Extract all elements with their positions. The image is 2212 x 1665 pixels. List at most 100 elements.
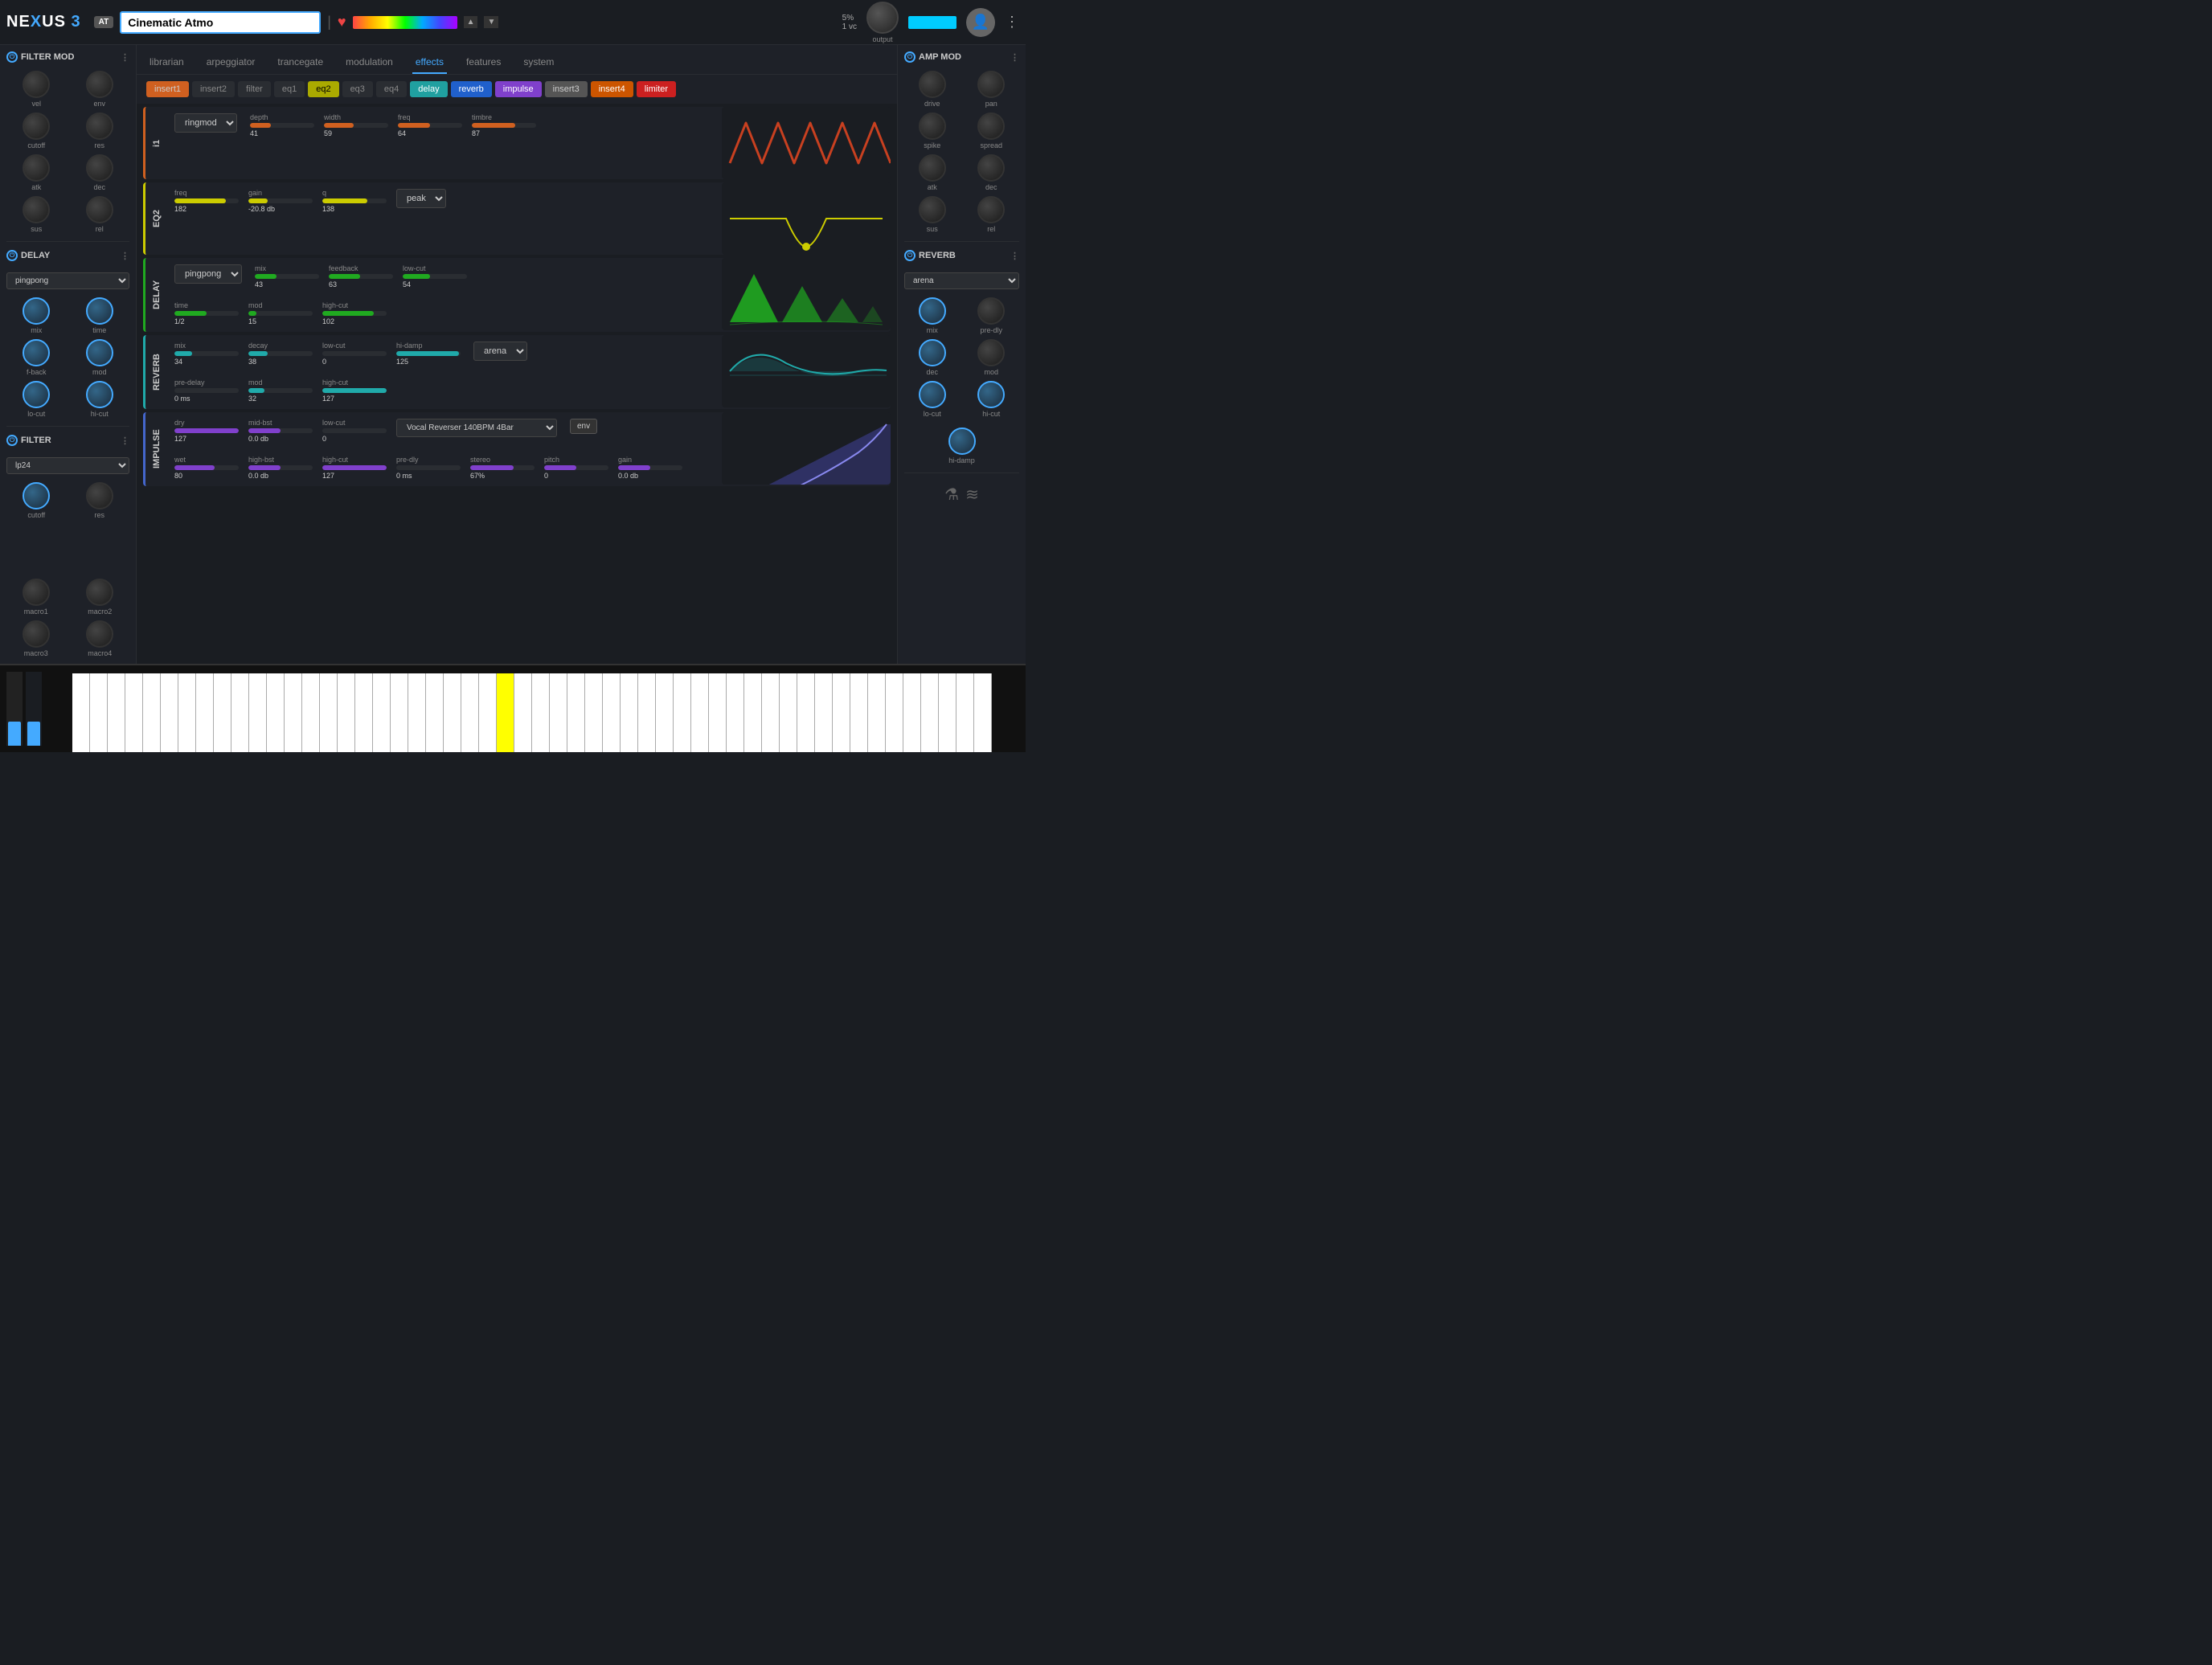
i1-timbre-bar-container[interactable] <box>472 123 536 128</box>
white-key-45[interactable] <box>850 673 868 752</box>
delay-time-bar-container[interactable] <box>174 311 239 316</box>
tab-features[interactable]: features <box>463 51 504 74</box>
i1-width-bar-container[interactable] <box>324 123 388 128</box>
eff-tab-insert4[interactable]: insert4 <box>591 81 633 97</box>
impulse-highbst-bar-container[interactable] <box>248 465 313 470</box>
delay-power[interactable]: ⏻ <box>6 250 18 261</box>
vel-knob[interactable] <box>23 71 50 98</box>
white-key-8[interactable] <box>196 673 214 752</box>
tab-system[interactable]: system <box>520 51 557 74</box>
white-key-18[interactable] <box>373 673 391 752</box>
reverb-lowcut-bar-container[interactable] <box>322 351 387 356</box>
amp-spread-knob[interactable] <box>977 112 1005 140</box>
reverb-mod-bar-container[interactable] <box>248 388 313 393</box>
eff-tab-insert2[interactable]: insert2 <box>192 81 235 97</box>
delay-type-select2[interactable]: pingpong <box>174 264 242 284</box>
impulse-wet-bar-container[interactable] <box>174 465 239 470</box>
eff-tab-insert1[interactable]: insert1 <box>146 81 189 97</box>
white-key-2[interactable] <box>90 673 108 752</box>
white-key-40[interactable] <box>762 673 780 752</box>
delay-type-select[interactable]: pingpong <box>6 272 129 289</box>
arrow-up-btn[interactable]: ▲ <box>464 16 478 28</box>
piano-roll[interactable]: .wk { flex:1; background:#fff; border-ri… <box>72 673 1026 752</box>
rv-hidamp-knob[interactable] <box>948 428 976 455</box>
dots-menu-icon[interactable]: ⋮ <box>1005 14 1019 31</box>
eff-tab-eq2[interactable]: eq2 <box>308 81 338 97</box>
eq2-q-bar-container[interactable] <box>322 198 387 203</box>
reverb-highcut-bar-container[interactable] <box>322 388 387 393</box>
rv-predly-knob[interactable] <box>977 297 1005 325</box>
white-key-1[interactable] <box>72 673 90 752</box>
wave-icon[interactable]: ≋ <box>965 485 979 505</box>
impulse-dry-bar-container[interactable] <box>174 428 239 433</box>
eff-tab-impulse[interactable]: impulse <box>495 81 542 97</box>
eff-tab-limiter[interactable]: limiter <box>637 81 676 97</box>
rv-mod-knob[interactable] <box>977 339 1005 366</box>
delay-highcut-bar-container[interactable] <box>322 311 387 316</box>
tab-librarian[interactable]: librarian <box>146 51 187 74</box>
white-key-22[interactable] <box>444 673 461 752</box>
white-key-41[interactable] <box>780 673 797 752</box>
white-key-26[interactable] <box>514 673 532 752</box>
delay-mod-knob[interactable] <box>86 339 113 366</box>
delay-lowcut-bar-container[interactable] <box>403 274 467 279</box>
white-key-52[interactable] <box>974 673 992 752</box>
white-key-9[interactable] <box>214 673 231 752</box>
white-key-29[interactable] <box>567 673 585 752</box>
white-key-28[interactable] <box>550 673 567 752</box>
amp-spike-knob[interactable] <box>919 112 946 140</box>
filter-sidebar-menu[interactable]: ⋮ <box>121 436 129 446</box>
white-key-34[interactable] <box>656 673 674 752</box>
amp-mod-menu[interactable]: ⋮ <box>1010 52 1019 63</box>
delay-menu[interactable]: ⋮ <box>121 251 129 261</box>
eq2-gain-bar-container[interactable] <box>248 198 313 203</box>
white-key-21[interactable] <box>426 673 444 752</box>
macro3-knob[interactable] <box>23 620 50 648</box>
amp-rel-knob[interactable] <box>977 196 1005 223</box>
white-key-23[interactable] <box>461 673 479 752</box>
filter-mod-power[interactable]: ⏻ <box>6 51 18 63</box>
white-key-30[interactable] <box>585 673 603 752</box>
impulse-env-btn[interactable]: env <box>570 419 597 434</box>
eq2-freq-bar-container[interactable] <box>174 198 239 203</box>
reverb-sidebar-menu[interactable]: ⋮ <box>1010 251 1019 261</box>
macro4-knob[interactable] <box>86 620 113 648</box>
tab-arpeggiator[interactable]: arpeggiator <box>203 51 259 74</box>
impulse-preset-select[interactable]: Vocal Reverser 140BPM 4Bar <box>396 419 557 437</box>
delay-fback-knob[interactable] <box>23 339 50 366</box>
eff-tab-eq1[interactable]: eq1 <box>274 81 305 97</box>
user-avatar[interactable]: 👤 <box>966 8 995 37</box>
tab-trancegate[interactable]: trancegate <box>274 51 326 74</box>
amp-drive-knob[interactable] <box>919 71 946 98</box>
color-bar[interactable] <box>353 16 457 29</box>
white-key-33[interactable] <box>638 673 656 752</box>
tab-effects[interactable]: effects <box>412 51 447 74</box>
arrow-down-btn[interactable]: ▼ <box>484 16 498 28</box>
delay-mix-bar-container[interactable] <box>255 274 319 279</box>
delay-mix-knob[interactable] <box>23 297 50 325</box>
tab-modulation[interactable]: modulation <box>342 51 396 74</box>
impulse-stereo-bar-container[interactable] <box>470 465 535 470</box>
sus-knob[interactable] <box>23 196 50 223</box>
white-key-39[interactable] <box>744 673 762 752</box>
impulse-gain-bar-container[interactable] <box>618 465 682 470</box>
favorite-icon[interactable]: ♥ <box>338 14 346 31</box>
reverb-mix-bar-container[interactable] <box>174 351 239 356</box>
delay-hicut-knob[interactable] <box>86 381 113 408</box>
reverb-predelay-bar-container[interactable] <box>174 388 239 393</box>
impulse-midbst-bar-container[interactable] <box>248 428 313 433</box>
reverb-power[interactable]: ⏻ <box>904 250 916 261</box>
filter-power[interactable]: ⏻ <box>6 435 18 446</box>
macro1-knob[interactable] <box>23 579 50 606</box>
rv-mix-knob[interactable] <box>919 297 946 325</box>
white-key-12[interactable] <box>267 673 285 752</box>
amp-dec-knob[interactable] <box>977 154 1005 182</box>
reverb-type-select[interactable]: arena <box>473 342 527 361</box>
white-key-17[interactable] <box>355 673 373 752</box>
impulse-predly-bar-container[interactable] <box>396 465 461 470</box>
delay-locut-knob[interactable] <box>23 381 50 408</box>
eff-tab-eq4[interactable]: eq4 <box>376 81 407 97</box>
white-key-25-active[interactable] <box>497 673 514 752</box>
white-key-51[interactable] <box>956 673 974 752</box>
reverb-hidamp-bar-container[interactable] <box>396 351 461 356</box>
